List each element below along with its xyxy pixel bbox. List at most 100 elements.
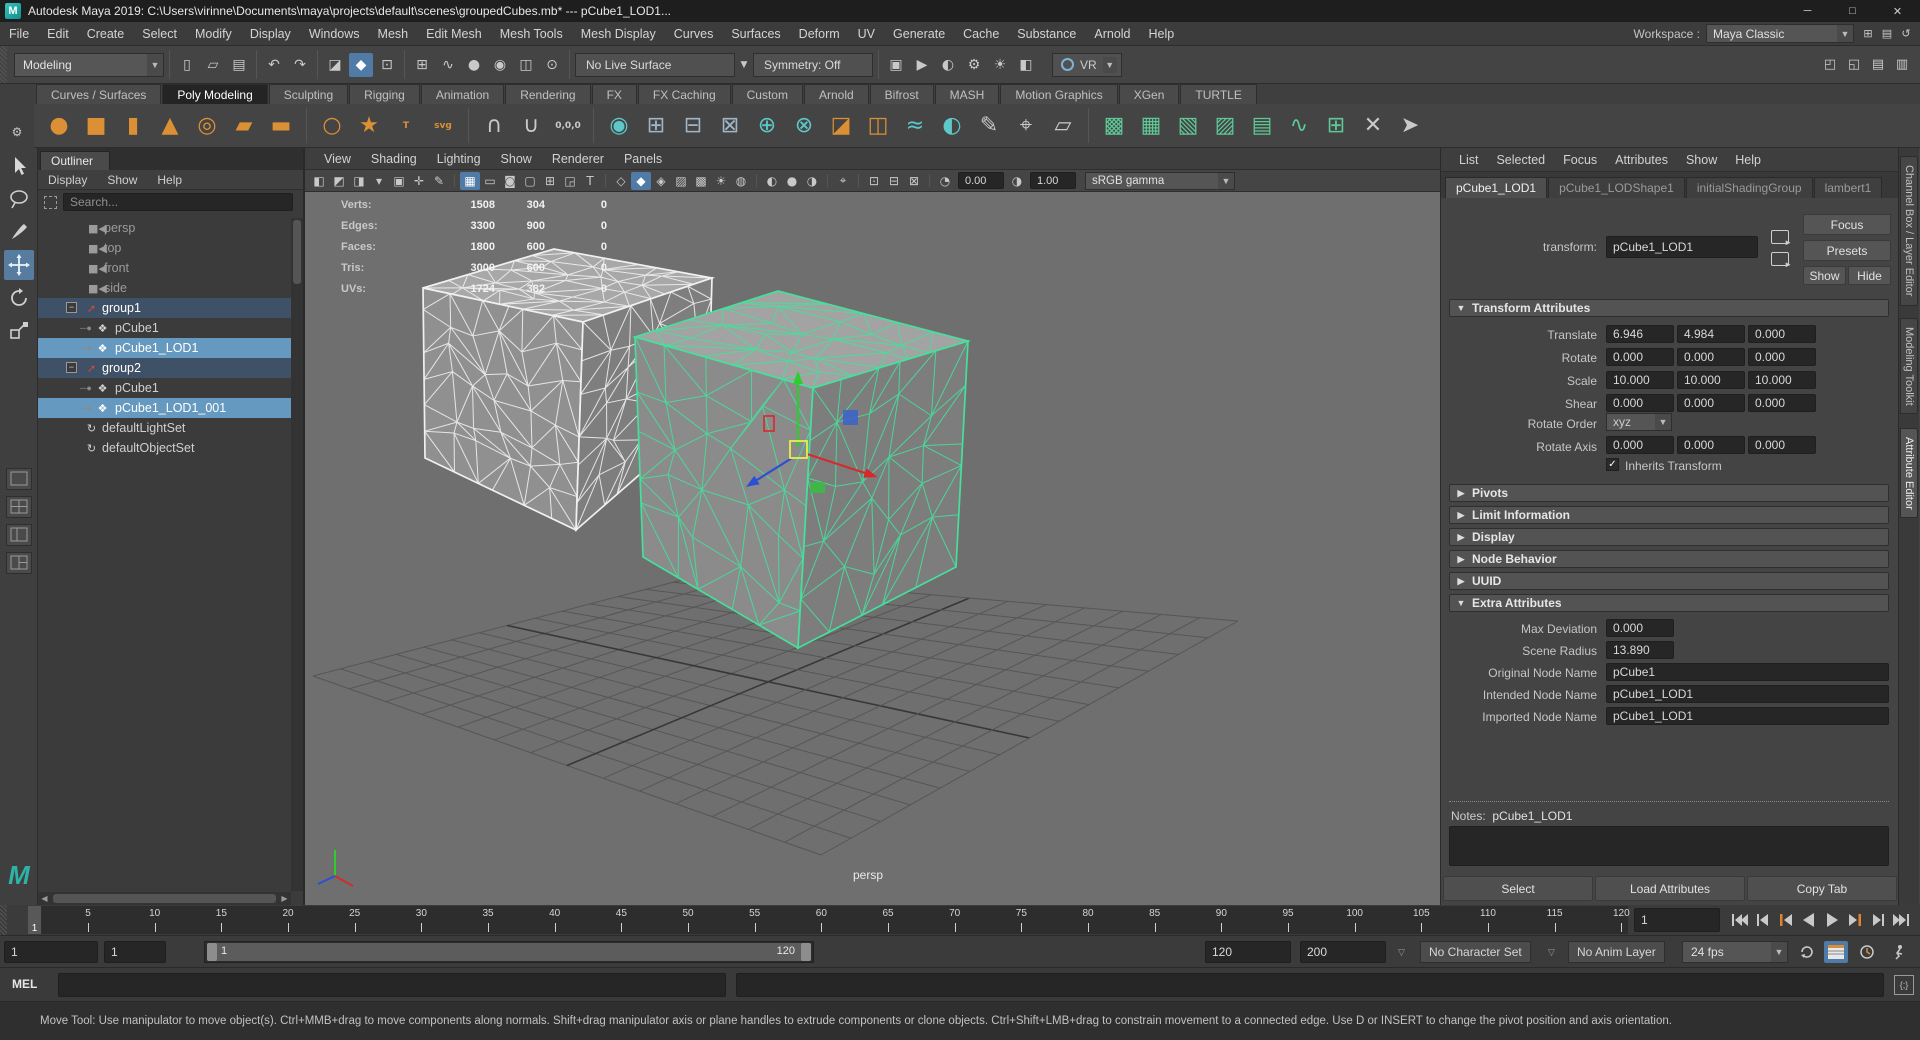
outliner-item-defaultlightset[interactable]: ↻defaultLightSet <box>38 418 291 438</box>
save-workspace-icon[interactable]: ▤ <box>1879 26 1895 42</box>
section-pivots[interactable]: ▶Pivots <box>1449 484 1889 502</box>
pin-layer-icon[interactable]: ⊟ <box>884 172 904 190</box>
range-track[interactable]: 1 120 <box>204 941 814 963</box>
snapshot-icon[interactable]: ⊡ <box>864 172 884 190</box>
ae-menu-list[interactable]: List <box>1451 153 1486 167</box>
current-frame-marker[interactable]: 1 <box>28 906 41 934</box>
range-start-handle[interactable] <box>207 943 217 961</box>
shelf-icon-snap-together-tool[interactable]: ∩ <box>477 109 511 143</box>
ae-tab-initialshadinggroup[interactable]: initialShadingGroup <box>1686 177 1813 198</box>
go-to-end-button[interactable] <box>1889 908 1912 932</box>
menu-create[interactable]: Create <box>78 27 134 41</box>
viewport-menu-view[interactable]: View <box>315 152 360 166</box>
translate-field-z[interactable]: 0.000 <box>1748 325 1816 343</box>
textured-icon[interactable]: ▨ <box>671 172 691 190</box>
current-time-field[interactable]: 1 <box>1634 908 1720 932</box>
shelf-tab-curves-surfaces[interactable]: Curves / Surfaces <box>36 84 161 104</box>
shelf-tab-fx-caching[interactable]: FX Caching <box>638 84 731 104</box>
intended-node-name-field[interactable]: pCube1_LOD1 <box>1606 685 1889 703</box>
shelf-icon-boolean-difference[interactable]: ⊟ <box>676 109 710 143</box>
exposure-field[interactable]: 0.00 <box>958 172 1004 189</box>
step-forward-frame-button[interactable] <box>1866 908 1889 932</box>
shear-field-z[interactable]: 0.000 <box>1748 394 1816 412</box>
step-back-frame-button[interactable] <box>1751 908 1774 932</box>
ae-menu-show[interactable]: Show <box>1678 153 1725 167</box>
resolution-gate-icon[interactable]: ◙ <box>500 172 520 190</box>
auto-key-icon[interactable] <box>1886 941 1910 963</box>
character-set-select[interactable]: No Character Set <box>1420 941 1531 963</box>
ae-menu-selected[interactable]: Selected <box>1488 153 1553 167</box>
bounding-box-icon[interactable]: ◈ <box>651 172 671 190</box>
play-forwards-button[interactable] <box>1820 908 1843 932</box>
grease-pencil-icon[interactable]: ✎ <box>429 172 449 190</box>
gate-mask-icon[interactable]: ▢ <box>520 172 540 190</box>
wireframe-on-shaded-icon[interactable]: ▩ <box>691 172 711 190</box>
outliner-item-front[interactable]: ■◀front <box>38 258 291 278</box>
reload-next-icon[interactable] <box>1771 252 1789 266</box>
move-tool[interactable] <box>4 250 34 280</box>
scale-field-y[interactable]: 10.000 <box>1677 371 1745 389</box>
statusline-grip[interactable] <box>0 46 7 83</box>
scene-view-icon[interactable]: ⊠ <box>904 172 924 190</box>
mel-input[interactable] <box>58 973 726 997</box>
rotate-tool[interactable] <box>4 283 34 313</box>
shelf-icon-poly-torus[interactable]: ◎ <box>190 109 224 143</box>
panel-tab-attribute-editor[interactable]: Attribute Editor <box>1900 428 1918 518</box>
shelf-icon-boolean-union[interactable]: ⊞ <box>639 109 673 143</box>
shelf-tab-poly-modeling[interactable]: Poly Modeling <box>162 84 267 104</box>
section-transform-attributes[interactable]: ▼ Transform Attributes <box>1449 299 1889 317</box>
lasso-tool[interactable] <box>4 184 34 214</box>
timeline-ruler[interactable]: 1 51015202530354045505560657075808590951… <box>28 906 1628 934</box>
outliner-item-pcube1[interactable]: ─●❖pCube1 <box>38 318 291 338</box>
redo-icon[interactable]: ↷ <box>288 53 312 77</box>
expand-toggle[interactable]: − <box>66 302 77 313</box>
workspace-options-icon[interactable]: ⊞ <box>1860 26 1876 42</box>
menu-help[interactable]: Help <box>1140 27 1184 41</box>
ae-menu-attributes[interactable]: Attributes <box>1607 153 1676 167</box>
shelf-icon-mash-network[interactable]: ▩ <box>1097 109 1131 143</box>
range-bar[interactable]: 1 120 <box>207 943 811 961</box>
light-editor-icon[interactable]: ☀ <box>988 53 1012 77</box>
shelf-icon-poly-cone[interactable]: ▲ <box>153 109 187 143</box>
shelf-icon-target-weld[interactable]: ⌖ <box>1009 109 1043 143</box>
shelf-tab-rendering[interactable]: Rendering <box>505 84 590 104</box>
shelf-tab-motion-graphics[interactable]: Motion Graphics <box>1000 84 1117 104</box>
panel-tab-channel-box-layer-editor[interactable]: Channel Box / Layer Editor <box>1900 156 1918 306</box>
max-deviation-field[interactable]: 0.000 <box>1606 619 1674 637</box>
use-all-lights-icon[interactable]: ● <box>782 172 802 190</box>
time-editor-icon[interactable] <box>1855 941 1879 963</box>
selection-filter-icon[interactable] <box>44 196 57 209</box>
image-plane-icon[interactable]: ▣ <box>389 172 409 190</box>
grid-icon[interactable]: ▦ <box>460 172 480 190</box>
presets-button[interactable]: Presets <box>1803 240 1891 261</box>
original-node-name-field[interactable]: pCube1 <box>1606 663 1889 681</box>
shelf-tab-mash[interactable]: MASH <box>935 84 1000 104</box>
isolate-select-icon[interactable]: ⌖ <box>833 172 853 190</box>
script-editor-icon[interactable]: {;} <box>1894 975 1914 995</box>
shelf-icon-smooth[interactable]: ≈ <box>898 109 932 143</box>
select-hierarchy-icon[interactable]: ◪ <box>323 53 347 77</box>
make-live-icon[interactable]: ⊙ <box>540 53 564 77</box>
shelf-icon-mash-color[interactable]: ▤ <box>1245 109 1279 143</box>
shelf-icon-multi-cut[interactable]: ✎ <box>972 109 1006 143</box>
wireframe-icon[interactable]: ◇ <box>611 172 631 190</box>
viewport-panel[interactable]: ViewShadingLightingShowRendererPanels ◧◩… <box>305 148 1440 905</box>
playback-start-field[interactable]: 1 <box>104 941 166 963</box>
rotate-field-y[interactable]: 0.000 <box>1677 348 1745 366</box>
safe-title-icon[interactable]: T <box>580 172 600 190</box>
shelf-icon-separate[interactable]: ⊗ <box>787 109 821 143</box>
menu-display[interactable]: Display <box>241 27 300 41</box>
focus-button[interactable]: Focus <box>1803 214 1891 235</box>
animation-start-field[interactable]: 1 <box>4 941 98 963</box>
play-backwards-button[interactable] <box>1797 908 1820 932</box>
shelf-tab-arnold[interactable]: Arnold <box>804 84 869 104</box>
section-display[interactable]: ▶Display <box>1449 528 1889 546</box>
anim-layer-select[interactable]: No Anim Layer <box>1568 941 1665 963</box>
outliner-vertical-scrollbar[interactable] <box>291 218 303 891</box>
menu-arnold[interactable]: Arnold <box>1085 27 1139 41</box>
shelf-icon-mash-curve[interactable]: ∿ <box>1282 109 1316 143</box>
fps-select[interactable]: 24 fps ▼ <box>1682 941 1788 963</box>
go-to-start-button[interactable] <box>1728 908 1751 932</box>
section-node-behavior[interactable]: ▶Node Behavior <box>1449 550 1889 568</box>
menu-mesh-display[interactable]: Mesh Display <box>572 27 665 41</box>
